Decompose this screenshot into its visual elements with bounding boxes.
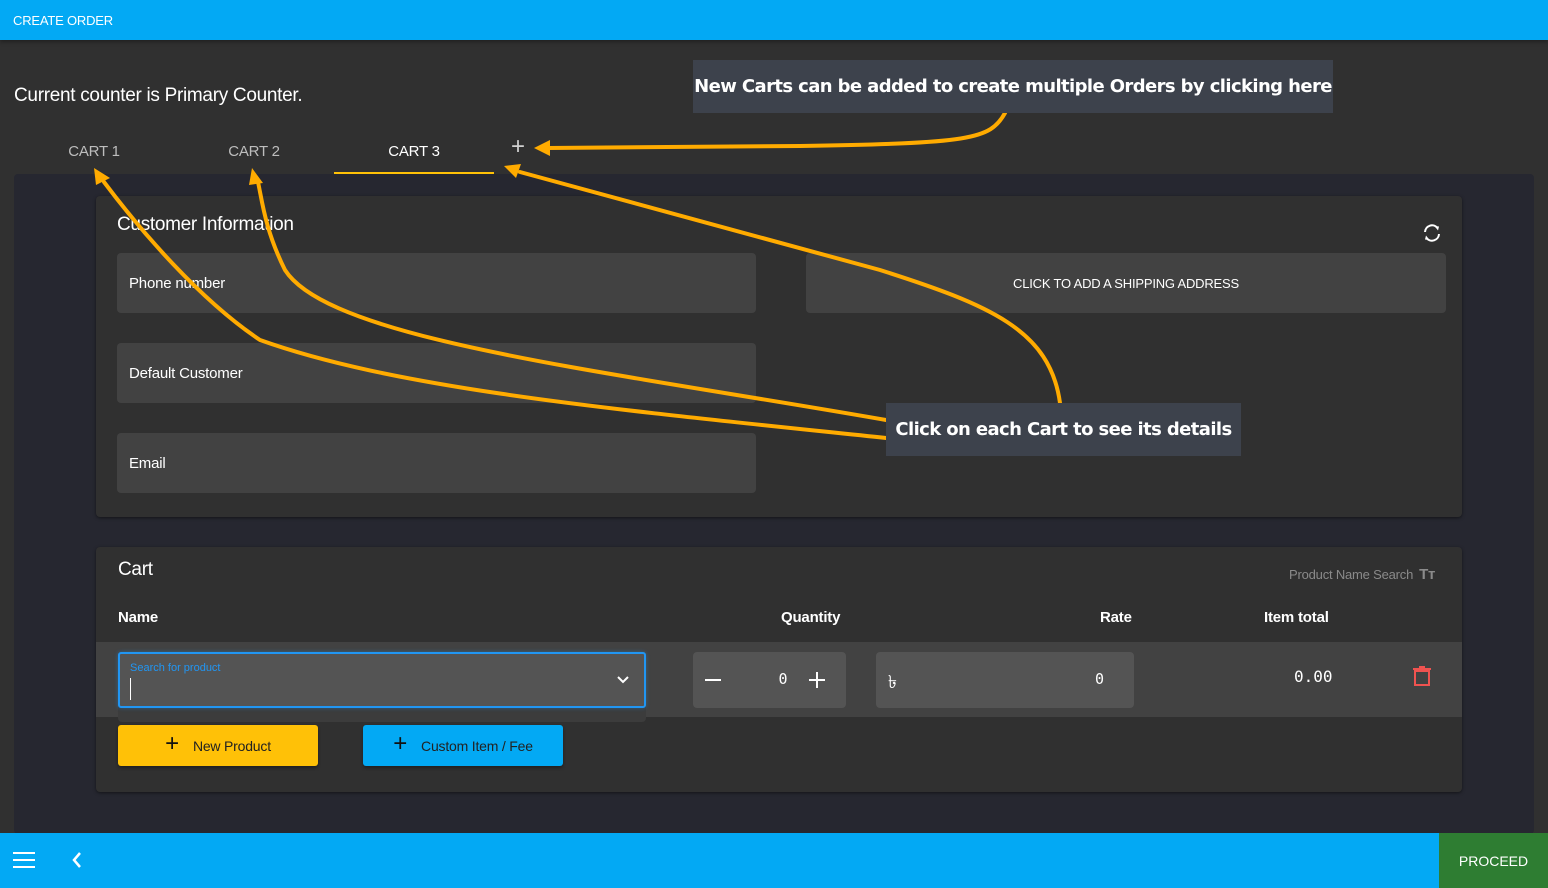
plus-icon: + — [510, 133, 525, 160]
customer-name-field[interactable]: Default Customer — [117, 343, 756, 403]
tab-cart-1[interactable]: CART 1 — [14, 128, 174, 174]
phone-number-field[interactable]: Phone number — [117, 253, 756, 313]
plus-icon: + — [393, 729, 408, 757]
custom-item-fee-button[interactable]: + Custom Item / Fee — [363, 725, 563, 766]
column-header-name: Name — [118, 609, 159, 626]
annotation-click-cart: Click on each Cart to see its details — [886, 403, 1241, 456]
text-format-icon: Tт — [1419, 566, 1436, 583]
plus-icon — [809, 672, 825, 688]
quantity-stepper: 0 — [693, 652, 846, 708]
cart-tabs: CART 1 CART 2 CART 3 — [14, 128, 494, 174]
product-name-search-toggle[interactable]: Product Name Search Tт — [1289, 566, 1435, 583]
chevron-down-icon[interactable] — [616, 674, 630, 686]
hamburger-menu-icon[interactable] — [13, 851, 35, 869]
proceed-button[interactable]: PROCEED — [1439, 833, 1548, 888]
product-search-input[interactable] — [130, 678, 590, 700]
quantity-input[interactable]: 0 — [763, 670, 803, 688]
email-field[interactable]: Email — [117, 433, 756, 493]
cart-title: Cart — [118, 559, 153, 580]
bottom-toolbar: PROCEED — [0, 833, 1548, 888]
column-header-quantity: Quantity — [781, 609, 841, 626]
product-search-label: Search for product — [130, 662, 221, 674]
new-product-button[interactable]: + New Product — [118, 725, 318, 766]
tab-cart-2[interactable]: CART 2 — [174, 128, 334, 174]
search-dropdown-shadow — [118, 706, 646, 722]
tab-cart-3[interactable]: CART 3 — [334, 128, 494, 174]
annotation-new-cart: New Carts can be added to create multipl… — [693, 60, 1333, 113]
app-header: CREATE ORDER — [0, 0, 1548, 40]
increment-quantity-button[interactable] — [805, 666, 829, 694]
arrow-to-add-cart — [546, 111, 1007, 150]
new-product-label: New Product — [192, 737, 271, 754]
product-name-search-label: Product Name Search — [1289, 567, 1414, 582]
counter-status-text: Current counter is Primary Counter. — [14, 85, 303, 106]
back-arrow-icon[interactable] — [70, 851, 84, 869]
product-search-field[interactable]: Search for product — [118, 652, 646, 708]
add-cart-button[interactable]: + — [506, 134, 530, 160]
delete-icon[interactable] — [1413, 666, 1431, 686]
item-total-value: 0.00 — [1294, 667, 1333, 686]
decrement-quantity-button[interactable] — [701, 666, 725, 694]
plus-icon: + — [165, 729, 179, 757]
minus-icon — [705, 679, 721, 681]
customer-information-title: Customer Information — [117, 214, 294, 235]
add-shipping-address-button[interactable]: CLICK TO ADD A SHIPPING ADDRESS — [806, 253, 1446, 313]
custom-item-fee-label: Custom Item / Fee — [421, 737, 533, 754]
arrowhead-add-cart — [534, 140, 550, 156]
column-header-rate: Rate — [1100, 609, 1132, 626]
rate-field[interactable]: ৳ 0 — [876, 652, 1134, 708]
currency-symbol: ৳ — [888, 672, 897, 692]
page-title: CREATE ORDER — [13, 12, 113, 28]
rate-value[interactable]: 0 — [1095, 670, 1104, 688]
refresh-icon[interactable] — [1420, 221, 1444, 245]
column-header-item-total: Item total — [1264, 609, 1329, 626]
